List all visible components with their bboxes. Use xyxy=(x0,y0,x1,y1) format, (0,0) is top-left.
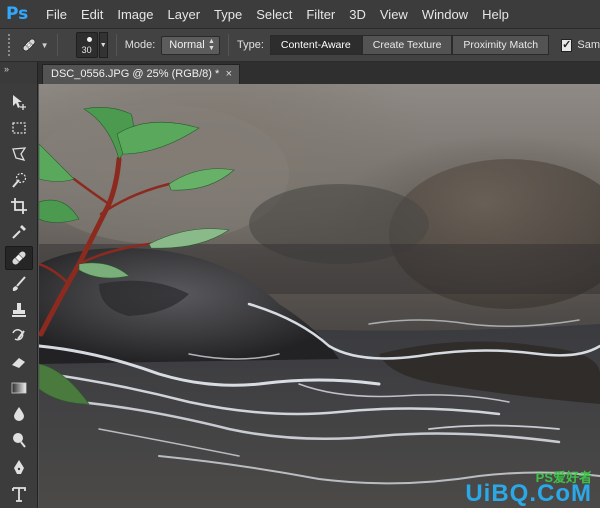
bandage-icon xyxy=(12,251,26,265)
document-tab-bar: » DSC_0556.JPG @ 25% (RGB/8) * × xyxy=(0,62,600,84)
dodge-tool-button[interactable] xyxy=(5,428,33,452)
pen-tool-button[interactable] xyxy=(5,456,33,480)
divider xyxy=(56,34,58,56)
gradient-tool-button[interactable] xyxy=(5,376,33,400)
menu-window[interactable]: Window xyxy=(422,7,468,22)
type-create-texture-button[interactable]: Create Texture xyxy=(361,35,453,55)
sample-all-layers-checkbox[interactable]: ✓ xyxy=(561,38,573,52)
select-arrows-icon: ▲ ▼ xyxy=(208,37,215,52)
tools-panel xyxy=(0,84,38,508)
polygonal-lasso-icon xyxy=(12,147,27,161)
menu-type[interactable]: Type xyxy=(214,7,242,22)
brush-preset-picker[interactable]: 30 xyxy=(75,32,98,58)
menu-file[interactable]: File xyxy=(46,7,67,22)
type-tool-button[interactable] xyxy=(5,482,33,506)
type-segmented-control: Content-Aware Create Texture Proximity M… xyxy=(269,35,550,55)
marquee-tool-button[interactable] xyxy=(5,116,33,140)
document-canvas[interactable]: PS爱好者 UiBQ.CoM xyxy=(39,84,600,508)
spot-healing-brush-tool-button[interactable] xyxy=(5,246,33,270)
menu-view[interactable]: View xyxy=(380,7,408,22)
history-brush-icon xyxy=(12,329,25,341)
type-content-aware-button[interactable]: Content-Aware xyxy=(269,35,362,55)
options-bar: ▼ 30 ▼ Mode: Normal ▲ ▼ Type: Content-Awa… xyxy=(0,29,600,62)
blur-tool-button[interactable] xyxy=(5,402,33,426)
gradient-icon xyxy=(11,382,27,394)
eraser-tool-button[interactable] xyxy=(5,350,33,374)
crop-tool-button[interactable] xyxy=(5,194,33,218)
toolbox-header: » xyxy=(0,62,38,84)
chevron-down-icon: ▼ xyxy=(40,40,49,50)
eyedropper-tool-button[interactable] xyxy=(5,220,33,244)
crop-icon xyxy=(11,198,27,214)
rectangle-marquee-icon xyxy=(12,122,26,134)
watermark-logo-text: UiBQ.CoM xyxy=(465,480,592,507)
brush-tip-icon xyxy=(86,37,92,42)
mode-select[interactable]: Normal ▲ ▼ xyxy=(161,35,220,55)
history-brush-tool-button[interactable] xyxy=(5,324,33,348)
eraser-icon xyxy=(12,358,25,368)
photoshop-logo: Ps xyxy=(6,4,29,24)
tool-preset-picker[interactable]: ▼ xyxy=(21,33,49,57)
menu-3d[interactable]: 3D xyxy=(349,7,366,22)
brush-tool-button[interactable] xyxy=(5,272,33,296)
type-label: Type: xyxy=(236,39,264,51)
collapse-panel-icon[interactable]: » xyxy=(4,64,9,74)
brush-dropdown-button[interactable]: ▼ xyxy=(98,32,108,58)
dodge-icon xyxy=(13,433,26,448)
document-tab-title: DSC_0556.JPG @ 25% (RGB/8) * xyxy=(51,68,220,80)
type-t-icon xyxy=(12,487,26,502)
photo-stream-plant xyxy=(39,104,600,508)
clone-stamp-tool-button[interactable] xyxy=(5,298,33,322)
options-bar-grip[interactable] xyxy=(8,34,13,56)
move-icon xyxy=(13,95,26,110)
menu-edit[interactable]: Edit xyxy=(81,7,103,22)
pen-icon xyxy=(14,460,24,474)
mode-label: Mode: xyxy=(124,39,156,51)
type-proximity-match-button[interactable]: Proximity Match xyxy=(452,35,550,55)
divider xyxy=(115,34,117,56)
menu-select[interactable]: Select xyxy=(256,7,292,22)
menu-filter[interactable]: Filter xyxy=(306,7,335,22)
close-icon[interactable]: × xyxy=(226,65,232,83)
divider xyxy=(227,34,229,56)
quick-selection-icon xyxy=(12,172,27,188)
clone-stamp-icon xyxy=(12,303,26,317)
move-tool-button[interactable] xyxy=(5,90,33,114)
mode-select-value: Normal xyxy=(169,38,205,51)
document-tab[interactable]: DSC_0556.JPG @ 25% (RGB/8) * × xyxy=(42,64,240,84)
lasso-tool-button[interactable] xyxy=(5,142,33,166)
sample-all-layers-label: Sam xyxy=(577,39,600,51)
brush-size-value: 30 xyxy=(81,45,92,55)
menu-bar: Ps File Edit Image Layer Type Select Fil… xyxy=(0,0,600,29)
brush-icon xyxy=(12,276,26,291)
menu-help[interactable]: Help xyxy=(482,7,509,22)
eyedropper-icon xyxy=(12,225,26,239)
blur-drop-icon xyxy=(14,407,24,421)
menu-image[interactable]: Image xyxy=(117,7,153,22)
menu-layer[interactable]: Layer xyxy=(168,7,201,22)
quick-selection-tool-button[interactable] xyxy=(5,168,33,192)
bandage-icon xyxy=(22,38,35,52)
